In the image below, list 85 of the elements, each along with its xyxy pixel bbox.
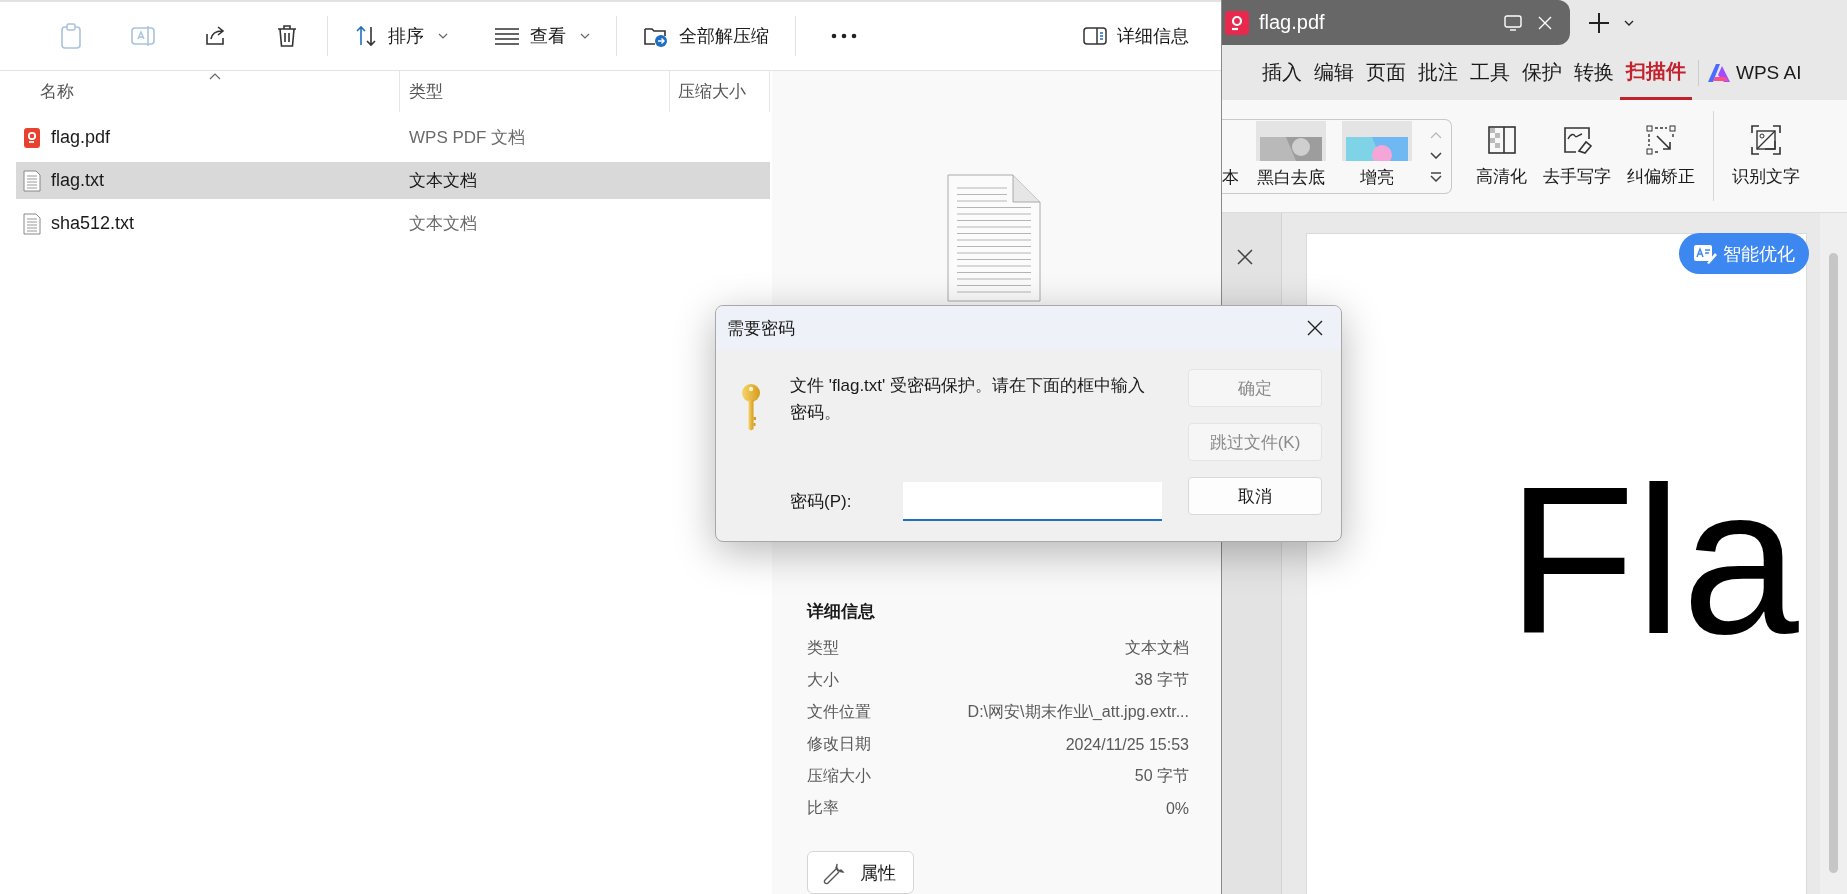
filter-option[interactable]: 本 — [1222, 166, 1248, 189]
pdf-file-icon — [1224, 9, 1250, 36]
sort-icon — [354, 24, 378, 48]
ai-button[interactable]: WPS AI — [1707, 61, 1802, 84]
filter-option[interactable]: 增亮 — [1334, 120, 1420, 189]
text-box-icon — [130, 24, 156, 48]
column-header[interactable]: 类型 — [400, 71, 670, 112]
ai-logo-icon — [1707, 62, 1731, 83]
property-value: 38 字节 — [1134, 669, 1189, 690]
enhance-button[interactable]: 高清化 — [1468, 124, 1535, 188]
file-row[interactable]: flag.txt 文本文档 — [16, 162, 770, 199]
key-icon — [741, 383, 761, 431]
property-label: 修改日期 — [807, 734, 871, 755]
remove-handwriting-button[interactable]: 去手写字 — [1535, 124, 1619, 188]
filter-option[interactable]: 黑白去底 — [1248, 120, 1334, 189]
password-label: 密码(P): — [790, 491, 853, 513]
document-text: Fla — [1507, 456, 1800, 666]
password-field[interactable] — [903, 482, 1162, 521]
scroll-up-icon — [1429, 132, 1442, 139]
property-label: 压缩大小 — [807, 766, 871, 787]
deskew-button[interactable]: 纠偏矫正 — [1619, 124, 1703, 188]
expand-icon — [1429, 172, 1442, 182]
list-view-icon — [494, 26, 520, 46]
column-header[interactable]: 名称 — [0, 71, 400, 112]
property-label: 比率 — [807, 798, 839, 819]
eraser-icon — [1562, 124, 1592, 155]
details-heading: 详细信息 — [807, 601, 876, 623]
properties-button[interactable]: 属性 — [807, 851, 914, 894]
property-value: 0% — [1165, 799, 1189, 818]
file-name: flag.pdf — [51, 127, 111, 148]
menu-tab[interactable]: 插入 — [1256, 45, 1308, 100]
scan-text-icon — [1751, 124, 1781, 155]
file-row[interactable]: flag.pdf WPS PDF 文档 — [16, 119, 770, 156]
menu-tab[interactable]: 工具 — [1464, 45, 1516, 100]
property-value: 文本文档 — [1125, 637, 1189, 658]
menu-tab[interactable]: 编辑 — [1308, 45, 1360, 100]
document-tab[interactable]: flag.pdf — [1222, 0, 1570, 45]
caret-icon — [1624, 19, 1634, 26]
text-file-icon — [23, 212, 41, 235]
sort-button[interactable]: 排序 — [348, 16, 454, 56]
recognize-text-button[interactable]: 识别文字 — [1724, 124, 1808, 188]
more-icon — [831, 33, 857, 39]
document-preview-icon — [947, 174, 1041, 302]
menu-tab[interactable]: 转换 — [1568, 45, 1620, 100]
dialog-button[interactable]: 取消 — [1188, 477, 1322, 515]
menu-tab[interactable]: 保护 — [1516, 45, 1568, 100]
caret-icon — [580, 33, 590, 39]
property-label: 类型 — [807, 637, 839, 658]
pdf-file-icon — [23, 126, 41, 149]
file-type: WPS PDF 文档 — [408, 127, 526, 149]
menu-tab[interactable]: 页面 — [1360, 45, 1412, 100]
dialog-title: 需要密码 — [727, 317, 795, 340]
clipboard-icon — [59, 23, 83, 49]
property-label: 文件位置 — [807, 701, 871, 722]
caret-icon — [438, 33, 448, 39]
add-tab-icon — [1588, 11, 1610, 34]
monitor-icon — [1504, 14, 1522, 31]
file-type: 文本文档 — [408, 213, 477, 235]
file-name: sha512.txt — [51, 213, 135, 234]
details-pane-icon — [1083, 26, 1107, 46]
dialog-message: 文件 'flag.txt' 受密码保护。请在下面的框中输入密码。 — [790, 375, 1147, 424]
close-icon — [1237, 249, 1253, 265]
property-value: 50 字节 — [1134, 766, 1189, 787]
view-button[interactable]: 查看 — [488, 16, 596, 56]
enhance-icon — [1486, 124, 1517, 155]
text-file-icon — [23, 169, 41, 192]
trash-icon — [275, 23, 299, 49]
close-icon — [1538, 15, 1552, 30]
scrollbar[interactable] — [1820, 213, 1847, 894]
property-value: D:\网安\期末作业\_att.jpg.extr... — [967, 701, 1189, 722]
file-row[interactable]: sha512.txt 文本文档 — [16, 205, 770, 242]
smart-optimize-button[interactable]: 智能优化 — [1679, 233, 1809, 274]
crop-corners-icon — [1646, 124, 1676, 155]
file-name: flag.txt — [51, 170, 105, 191]
property-value: 2024/11/25 15:53 — [1065, 735, 1189, 754]
scroll-down-icon — [1429, 152, 1442, 159]
details-button[interactable]: 详细信息 — [1077, 16, 1195, 56]
share-icon — [203, 24, 227, 48]
column-header[interactable]: 压缩大小 — [670, 71, 770, 112]
extract-all-button[interactable]: 全部解压缩 — [637, 16, 775, 56]
file-type: 文本文档 — [408, 170, 477, 192]
menu-tab[interactable]: 批注 — [1412, 45, 1464, 100]
property-label: 大小 — [807, 669, 839, 690]
close-icon — [1307, 320, 1323, 336]
magic-text-icon — [1693, 242, 1717, 265]
